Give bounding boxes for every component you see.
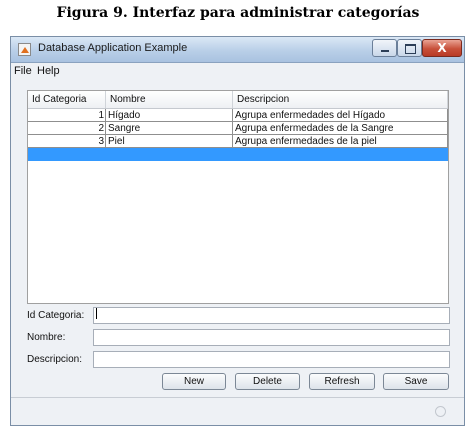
new-button[interactable]: New xyxy=(162,373,226,390)
java-app-icon xyxy=(18,43,31,56)
maximize-button[interactable] xyxy=(397,39,422,57)
minimize-icon xyxy=(381,50,389,52)
table-row[interactable]: 3 Piel Agrupa enfermedades de la piel xyxy=(28,135,448,148)
menu-help[interactable]: Help xyxy=(37,65,60,77)
descripcion-field[interactable] xyxy=(93,351,450,368)
table-row[interactable]: 1 Hígado Agrupa enfermedades del Hígado xyxy=(28,109,448,122)
text-caret xyxy=(96,308,97,319)
table-header: Id Categoria Nombre Descripcion xyxy=(28,91,448,109)
maximize-icon xyxy=(405,44,416,54)
cell-nombre: Piel xyxy=(106,135,233,148)
column-header-descripcion[interactable]: Descripcion xyxy=(233,91,448,108)
refresh-button[interactable]: Refresh xyxy=(309,373,375,390)
cell-descripcion: Agrupa enfermedades de la Sangre xyxy=(233,122,448,135)
column-header-nombre[interactable]: Nombre xyxy=(106,91,233,108)
table-row[interactable]: 2 Sangre Agrupa enfermedades de la Sangr… xyxy=(28,122,448,135)
app-window: Database Application Example X File Help… xyxy=(10,36,465,426)
menu-bar: File Help xyxy=(11,63,464,80)
title-bar[interactable]: Database Application Example X xyxy=(11,37,464,63)
id-categoria-field[interactable] xyxy=(93,307,450,324)
nombre-label: Nombre: xyxy=(27,332,66,343)
minimize-button[interactable] xyxy=(372,39,397,57)
cell-descripcion: Agrupa enfermedades del Hígado xyxy=(233,109,448,122)
cell-nombre: Hígado xyxy=(106,109,233,122)
window-title: Database Application Example xyxy=(38,42,188,54)
figure-caption: Figura 9. Interfaz para administrar cate… xyxy=(56,5,420,21)
cell-descripcion: Agrupa enfermedades de la piel xyxy=(233,135,448,148)
menu-file[interactable]: File xyxy=(14,65,32,77)
status-bar xyxy=(11,397,464,425)
save-button[interactable]: Save xyxy=(383,373,449,390)
descripcion-label: Descripcion: xyxy=(27,354,83,365)
cell-nombre: Sangre xyxy=(106,122,233,135)
cell-id: 2 xyxy=(28,122,106,135)
nombre-field[interactable] xyxy=(93,329,450,346)
table-row-selected[interactable] xyxy=(28,148,448,161)
close-icon: X xyxy=(437,41,447,55)
cell-nombre xyxy=(106,148,233,161)
cell-descripcion xyxy=(233,148,448,161)
column-header-id[interactable]: Id Categoria xyxy=(28,91,106,108)
close-button[interactable]: X xyxy=(422,39,462,57)
delete-button[interactable]: Delete xyxy=(235,373,300,390)
cell-id: 1 xyxy=(28,109,106,122)
id-categoria-label: Id Categoria: xyxy=(27,310,85,321)
cell-id: 3 xyxy=(28,135,106,148)
resize-grip-icon[interactable] xyxy=(435,406,446,417)
categories-table[interactable]: Id Categoria Nombre Descripcion 1 Hígado… xyxy=(27,90,449,304)
cell-id xyxy=(28,148,106,161)
